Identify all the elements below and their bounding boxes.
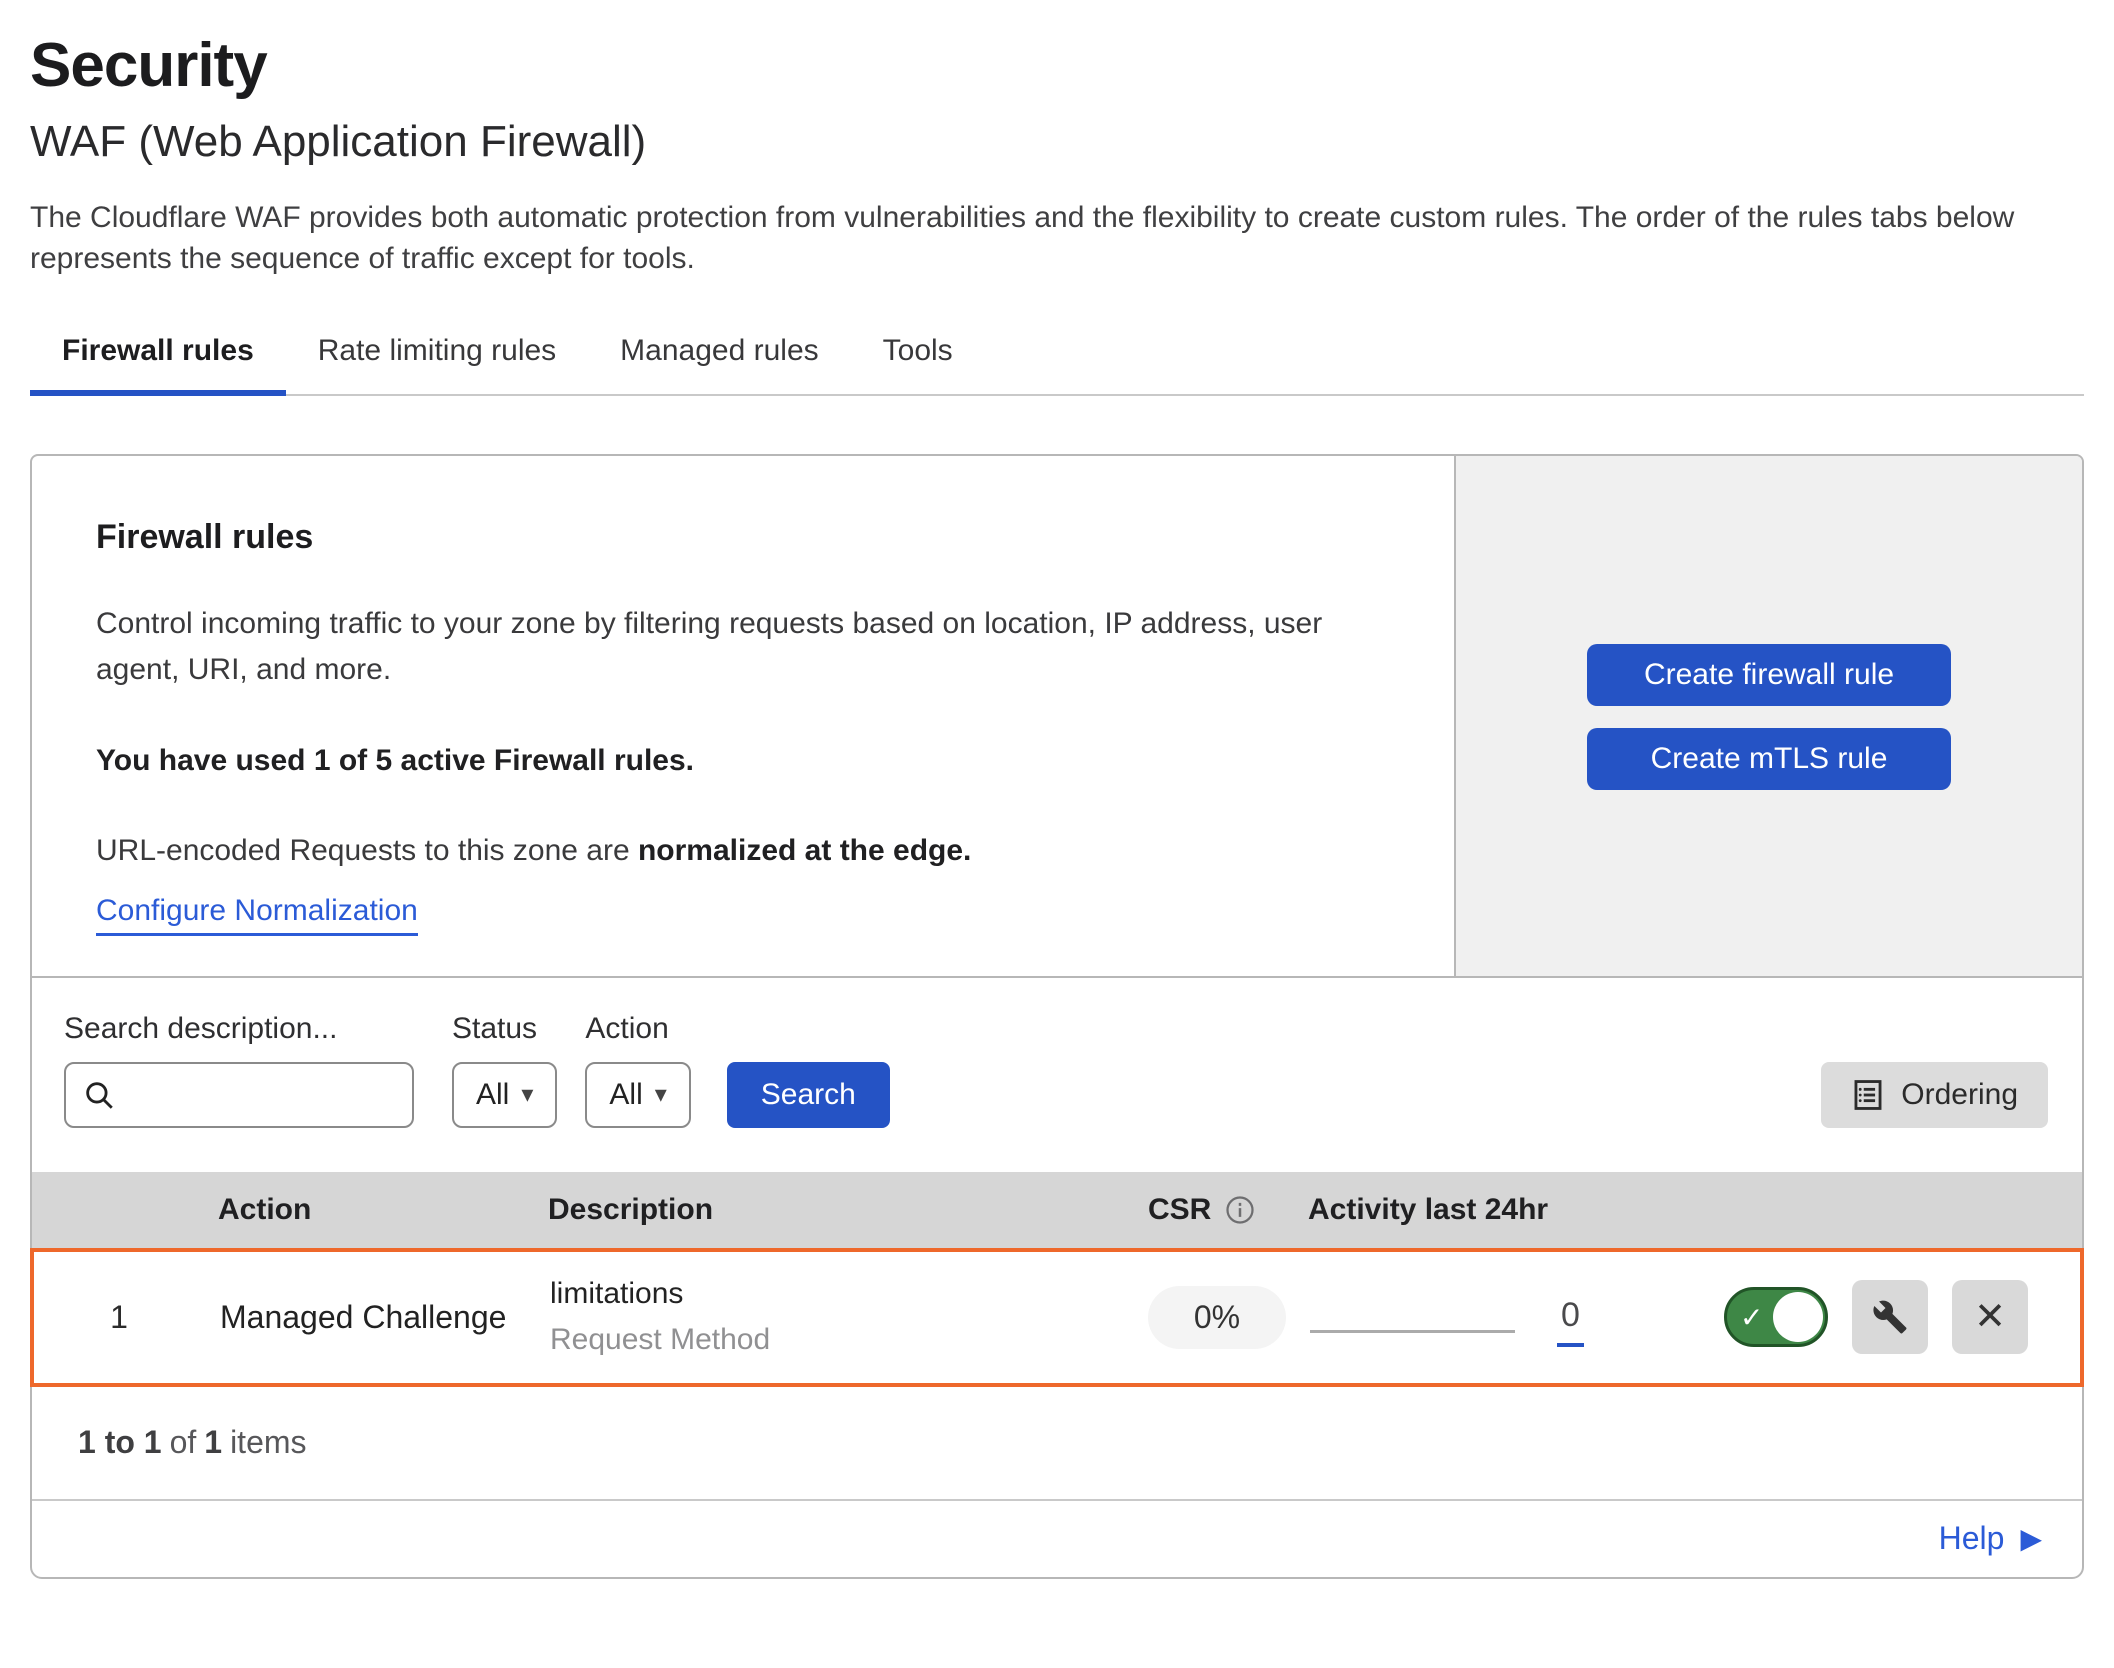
overview-actions-panel: Create firewall rule Create mTLS rule: [1454, 456, 2082, 976]
status-filter-group: Status All ▾: [452, 1012, 585, 1128]
items-total: 1: [204, 1424, 222, 1461]
help-footer: Help ▶: [32, 1501, 2082, 1577]
toggle-knob: [1773, 1292, 1823, 1342]
create-firewall-rule-button[interactable]: Create firewall rule: [1587, 644, 1951, 706]
activity-count-link[interactable]: 0: [1557, 1296, 1584, 1347]
info-icon[interactable]: [1225, 1195, 1255, 1225]
chevron-down-icon: ▾: [521, 1080, 533, 1109]
page-subtitle: WAF (Web Application Firewall): [30, 117, 2084, 167]
ordering-button-label: Ordering: [1901, 1078, 2018, 1112]
header-activity: Activity last 24hr: [1292, 1193, 1712, 1227]
rule-description-cell: limitations Request Method: [534, 1277, 1134, 1357]
search-label: Search description...: [64, 1012, 452, 1046]
rule-csr-cell: 0%: [1134, 1286, 1294, 1349]
rule-priority: 1: [34, 1299, 204, 1336]
help-label: Help: [1939, 1520, 2005, 1557]
filter-controls: Search description... Status All ▾: [64, 1012, 890, 1128]
check-icon: ✓: [1740, 1301, 1763, 1334]
help-link[interactable]: Help ▶: [1939, 1520, 2042, 1557]
edit-rule-button[interactable]: [1852, 1280, 1928, 1354]
search-input-box: [64, 1062, 414, 1128]
firewall-rules-overview: Firewall rules Control incoming traffic …: [32, 456, 2082, 978]
page-title: Security: [30, 30, 2084, 101]
normalization-note-bold: normalized at the edge.: [638, 834, 971, 867]
delete-rule-button[interactable]: ✕: [1952, 1280, 2028, 1354]
search-input[interactable]: [116, 1067, 412, 1123]
overview-description: Control incoming traffic to your zone by…: [96, 601, 1390, 694]
normalization-note-text: URL-encoded Requests to this zone are: [96, 834, 638, 867]
search-group: Search description...: [64, 1012, 452, 1128]
page-description: The Cloudflare WAF provides both automat…: [30, 197, 2084, 280]
tab-managed-rules[interactable]: Managed rules: [588, 328, 850, 394]
tab-firewall-rules[interactable]: Firewall rules: [30, 328, 286, 394]
rule-expression-summary: Request Method: [550, 1323, 1134, 1357]
rule-activity-cell: 0: [1294, 1292, 1714, 1343]
status-label: Status: [452, 1012, 585, 1046]
header-csr-label: CSR: [1148, 1193, 1211, 1227]
action-label: Action: [585, 1012, 726, 1046]
close-icon: ✕: [1974, 1298, 2006, 1336]
items-range: 1 to 1: [78, 1424, 162, 1461]
arrow-right-icon: ▶: [2020, 1522, 2042, 1555]
configure-normalization-link[interactable]: Configure Normalization: [96, 894, 418, 936]
tab-bar: Firewall rules Rate limiting rules Manag…: [30, 328, 2084, 396]
header-action: Action: [202, 1193, 532, 1227]
tab-rate-limiting-rules[interactable]: Rate limiting rules: [286, 328, 588, 394]
filter-bar: Search description... Status All ▾: [32, 978, 2082, 1172]
chevron-down-icon: ▾: [655, 1080, 667, 1109]
activity-sparkline: [1310, 1330, 1515, 1333]
rule-description: limitations: [550, 1277, 1134, 1311]
overview-text-panel: Firewall rules Control incoming traffic …: [32, 456, 1454, 976]
table-header: Action Description CSR Activity last 24h…: [32, 1172, 2082, 1248]
wrench-icon: [1872, 1299, 1908, 1335]
rule-enabled-toggle[interactable]: ✓: [1724, 1287, 1828, 1347]
tab-tools[interactable]: Tools: [851, 328, 985, 394]
search-icon: [82, 1078, 116, 1112]
rule-action: Managed Challenge: [204, 1299, 534, 1336]
create-mtls-rule-button[interactable]: Create mTLS rule: [1587, 728, 1951, 790]
items-summary: 1 to 1 of 1 items: [32, 1387, 2082, 1501]
table-row: 1 Managed Challenge limitations Request …: [30, 1248, 2084, 1387]
search-button[interactable]: Search: [727, 1062, 890, 1128]
ordering-button[interactable]: Ordering: [1821, 1062, 2048, 1128]
action-select-value: All: [609, 1078, 642, 1112]
action-select[interactable]: All ▾: [585, 1062, 690, 1128]
csr-badge: 0%: [1148, 1286, 1286, 1349]
normalization-note: URL-encoded Requests to this zone are no…: [96, 834, 1390, 868]
status-select-value: All: [476, 1078, 509, 1112]
action-filter-group: Action All ▾: [585, 1012, 726, 1128]
status-select[interactable]: All ▾: [452, 1062, 557, 1128]
header-description: Description: [532, 1193, 1132, 1227]
overview-heading: Firewall rules: [96, 518, 1390, 557]
items-of: of: [170, 1424, 197, 1461]
security-page: Security WAF (Web Application Firewall) …: [0, 30, 2114, 1579]
ordering-list-icon: [1851, 1078, 1885, 1112]
usage-summary: You have used 1 of 5 active Firewall rul…: [96, 744, 1390, 778]
firewall-rules-card: Firewall rules Control incoming traffic …: [30, 454, 2084, 1579]
rule-controls: ✓ ✕: [1714, 1280, 2080, 1354]
items-word: items: [230, 1424, 306, 1461]
header-csr: CSR: [1132, 1193, 1292, 1227]
